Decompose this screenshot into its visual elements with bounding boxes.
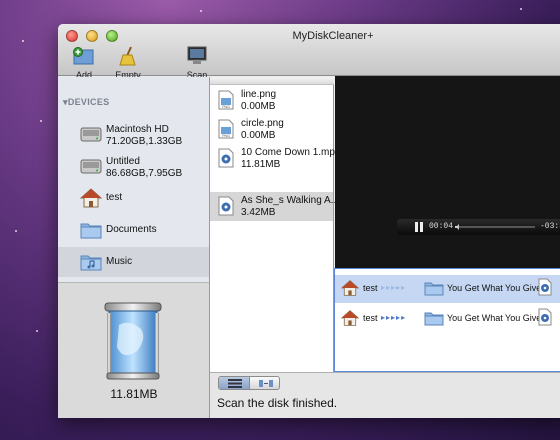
hard-drive-icon: [80, 127, 102, 142]
trash-pane: 11.81MB: [58, 282, 210, 418]
sidebar-item-macintosh-hd[interactable]: Macintosh HD 71.20GB,1.33GB: [58, 119, 209, 149]
star: [22, 40, 24, 42]
sidebar-item-detail: 71.20GB,1.33GB: [106, 136, 183, 147]
folder-icon: [424, 312, 444, 326]
home-icon: [341, 280, 359, 296]
sidebar-item-label: Macintosh HD: [106, 124, 169, 135]
file-size: 0.00MB: [241, 101, 276, 112]
scan-monitor-icon: [187, 46, 207, 64]
folder-icon: [424, 282, 444, 296]
home-icon: [80, 188, 102, 208]
hard-drive-icon: [80, 159, 102, 174]
file-name: circle.png: [241, 118, 284, 129]
pause-icon[interactable]: [414, 221, 424, 233]
transfer-destination: You Get What You Give: [447, 283, 542, 293]
file-size: 3.42MB: [241, 207, 276, 218]
progress-track[interactable]: [459, 226, 535, 228]
audio-file-icon: [538, 308, 552, 326]
star: [15, 230, 17, 232]
view-toggle-list[interactable]: [219, 377, 250, 389]
svg-text:PNG: PNG: [222, 134, 230, 138]
file-row[interactable]: PNG line.png 0.00MB: [210, 86, 333, 115]
file-name: line.png: [241, 89, 277, 100]
folder-icon: [80, 223, 102, 239]
title-bar: MyDiskCleaner+ Add Folder Empty Scan: [58, 24, 560, 90]
sidebar: ▾DEVICES Macintosh HD 71.20GB,1.33GB Unt…: [58, 77, 210, 282]
file-list: PNG line.png 0.00MB PNG circle.png 0.00M…: [210, 77, 341, 373]
sidebar-item-detail: 86.68GB,7.95GB: [106, 168, 183, 179]
add-folder-icon: [73, 47, 94, 65]
transfer-row-selected[interactable]: test ▸▸▸▸▸ You Get What You Give: [335, 275, 560, 303]
audio-file-icon: [218, 196, 234, 216]
svg-text:PNG: PNG: [222, 105, 230, 109]
sidebar-item-label: Documents: [106, 224, 157, 235]
scan-button[interactable]: Scan: [182, 46, 212, 80]
file-row[interactable]: PNG circle.png 0.00MB: [210, 115, 333, 144]
status-bar: Scan the disk finished.: [210, 372, 560, 418]
audio-file-icon: [218, 148, 234, 168]
elapsed-time: 00:04: [429, 222, 454, 231]
file-size: 11.81MB: [241, 159, 281, 170]
music-folder-icon: [80, 255, 102, 271]
transfer-source: test: [363, 283, 378, 293]
sidebar-item-test[interactable]: test: [58, 183, 209, 213]
devices-header[interactable]: ▾DEVICES: [63, 97, 109, 108]
home-icon: [341, 310, 359, 326]
file-row[interactable]: 10 Come Down 1.mp3 11.81MB: [210, 144, 341, 173]
sidebar-item-label: Music: [106, 256, 133, 267]
sidebar-item-untitled[interactable]: Untitled 86.68GB,7.95GB: [58, 151, 209, 181]
sidebar-item-documents[interactable]: Documents: [58, 215, 209, 245]
player-controls: 00:04 -03:39: [397, 219, 560, 235]
transfer-arrows-icon: ▸▸▸▸▸: [381, 313, 407, 322]
transfer-arrows-icon: ▸▸▸▸▸: [381, 283, 407, 292]
list-view-icon: [228, 379, 242, 388]
file-name: 10 Come Down 1.mp3: [241, 147, 341, 158]
flow-view-icon[interactable]: [259, 379, 273, 388]
trash-can-icon[interactable]: [101, 299, 165, 381]
empty-button[interactable]: Empty: [112, 46, 144, 80]
file-list-header: [210, 77, 334, 85]
broom-icon: [119, 46, 136, 66]
window-title: MyDiskCleaner+: [292, 30, 374, 42]
transfer-row[interactable]: test ▸▸▸▸▸ You Get What You Give: [335, 305, 560, 333]
media-player: 00:04 -03:39: [335, 76, 560, 268]
minimize-button[interactable]: [86, 30, 98, 42]
file-name: As She_s Walking A...: [241, 195, 340, 206]
sidebar-item-music[interactable]: Music: [58, 247, 209, 277]
transfer-destination: You Get What You Give: [447, 313, 542, 323]
file-row-selected[interactable]: As She_s Walking A... 3.42MB: [210, 192, 339, 221]
star: [36, 330, 38, 332]
file-size: 0.00MB: [241, 130, 276, 141]
star: [40, 120, 42, 122]
audio-file-icon: [538, 278, 552, 296]
sidebar-item-label: Untitled: [106, 156, 140, 167]
app-window: MyDiskCleaner+ Add Folder Empty Scan: [58, 24, 560, 418]
png-file-icon: PNG: [218, 90, 234, 110]
star: [520, 8, 522, 10]
close-button[interactable]: [66, 30, 78, 42]
view-toggle[interactable]: [218, 376, 280, 390]
sidebar-item-label: test: [106, 192, 123, 203]
trash-size: 11.81MB: [110, 387, 158, 401]
transfer-panel: test ▸▸▸▸▸ You Get What You Give test ▸▸…: [334, 268, 560, 372]
star: [200, 10, 202, 12]
png-file-icon: PNG: [218, 119, 234, 139]
zoom-button[interactable]: [106, 30, 118, 42]
status-text: Scan the disk finished.: [217, 396, 338, 410]
transfer-source: test: [363, 313, 378, 323]
remaining-time: -03:39: [540, 222, 560, 231]
